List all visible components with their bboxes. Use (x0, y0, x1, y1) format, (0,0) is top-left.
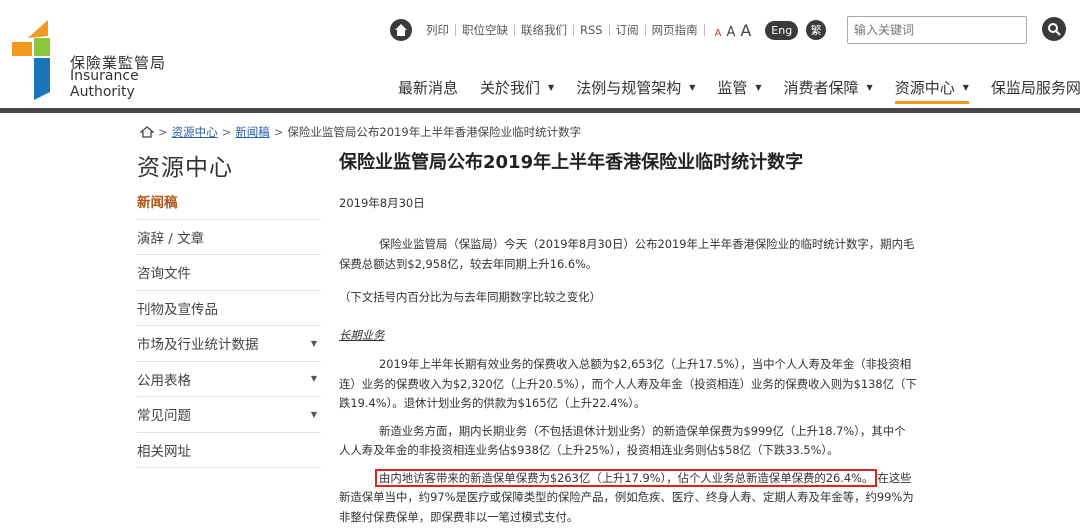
search-input[interactable] (847, 16, 1027, 44)
contact-link[interactable]: 联络我们 (515, 24, 574, 36)
font-size-small-button[interactable]: A (715, 28, 722, 39)
caret-down-icon: ▼ (962, 82, 969, 92)
nav-label: 保监局服务网站 (990, 78, 1080, 97)
search-icon[interactable] (1042, 17, 1066, 41)
caret-down-icon: ▼ (755, 82, 762, 92)
article-date: 2019年8月30日 (339, 196, 425, 210)
section-heading: 长期业务 (339, 327, 385, 342)
text-line: 2019年上半年长期有效业务的保费收入总额为$2,653亿（上升17.5%），当… (379, 357, 912, 371)
font-size-large-button[interactable]: A (740, 21, 751, 40)
nav-label: 资源中心 (894, 78, 955, 97)
nav-label: 消费者保障 (783, 78, 859, 97)
paragraph-intro: 保险业监管局（保监局）今天（2019年8月30日）公布2019年上半年香港保险业… (339, 235, 915, 274)
text-line: 保险业监管局（保监局）今天（2019年8月30日）公布2019年上半年香港保险业… (379, 237, 915, 251)
breadcrumb-resources-link[interactable]: 资源中心 (172, 124, 218, 140)
breadcrumb-current: 保险业监管局公布2019年上半年香港保险业临时统计数字 (287, 125, 582, 139)
nav-about-us[interactable]: 关於我们 ▼ (469, 74, 565, 100)
nav-regulation[interactable]: 监管 ▼ (706, 74, 772, 100)
careers-link[interactable]: 职位空缺 (456, 24, 515, 36)
breadcrumb-separator: > (273, 125, 284, 139)
text-line: 新造保单当中，约97%是医疗或保障类型的保险产品，例如危疾、医疗、终身人寿、定期… (339, 490, 914, 504)
sidebar-item-label: 演辞 / 文章 (137, 230, 205, 247)
sidebar-item-consultation[interactable]: 咨询文件 (137, 255, 321, 291)
breadcrumb-separator: > (158, 125, 168, 139)
ia-logo-mark-icon (12, 20, 50, 100)
nav-ia-services[interactable]: 保监局服务网站▼ (980, 74, 1080, 100)
home-icon[interactable] (390, 19, 412, 41)
sidebar-item-publications[interactable]: 刊物及宣传品 (137, 291, 321, 326)
text-line: 跌19.4%）。退休计划业务的供款为$165亿（上升22.4%）。 (339, 396, 646, 410)
paragraph-premiums: 2019年上半年长期有效业务的保费收入总额为$2,653亿（上升17.5%），当… (339, 355, 917, 414)
site-guide-link[interactable]: 网页指南 (646, 24, 705, 36)
subscribe-link[interactable]: 订阅 (610, 24, 646, 36)
sidebar-item-label: 市场及行业统计数据 (137, 337, 259, 354)
caret-down-icon: ▼ (310, 374, 317, 384)
nav-latest-news[interactable]: 最新消息 (387, 74, 469, 100)
font-size-medium-button[interactable]: A (726, 25, 735, 40)
sidebar-item-label: 常见问题 (137, 408, 191, 425)
sidebar: 资源中心 新闻稿 演辞 / 文章 咨询文件 刊物及宣传品 市场及行业统计数据 ▼ … (137, 148, 321, 468)
home-icon[interactable] (140, 126, 154, 138)
traditional-chinese-button[interactable]: 繁 (806, 20, 827, 40)
header-divider (0, 108, 1080, 113)
sidebar-title: 资源中心 (137, 155, 233, 181)
nav-consumer-protection[interactable]: 消费者保障 ▼ (773, 74, 884, 100)
nav-legislation[interactable]: 法例与规管架构 ▼ (565, 74, 706, 100)
nav-resources[interactable]: 资源中心 ▼ (884, 74, 980, 104)
page-title: 保险业监管局公布2019年上半年香港保险业临时统计数字 (339, 152, 804, 173)
text-line: 非整付保费保单，即保费非以一笔过模式支付。 (339, 509, 579, 524)
paragraph-note: （下文括号内百分比为与去年同期数字比较之变化） (339, 290, 601, 304)
sidebar-item-label: 新闻稿 (137, 195, 178, 212)
highlighted-statement: 由内地访客带来的新造保单保费为$263亿（上升17.9%），佔个人业务总新造保单… (375, 468, 878, 487)
sidebar-item-related-links[interactable]: 相关网址 (137, 433, 321, 468)
breadcrumb-press-releases-link[interactable]: 新闻稿 (235, 124, 270, 140)
utility-bar: 列印 职位空缺 联络我们 RSS 订阅 网页指南 A A A Eng 繁 (390, 18, 827, 42)
paragraph-mainland-visitors: 由内地访客带来的新造保单保费为$263亿（上升17.9%），佔个人业务总新造保单… (339, 468, 914, 528)
text-fragment: 在这些 (877, 470, 912, 485)
print-link[interactable]: 列印 (420, 24, 456, 36)
text-line: 新造业务方面，期内长期业务（不包括退休计划业务）的新造保单保费为$999亿（上升… (379, 423, 906, 438)
breadcrumb-separator: > (221, 125, 232, 139)
font-size-controls: A A A (715, 21, 752, 40)
article: 保险业监管局公布2019年上半年香港保险业临时统计数字 2019年8月30日 保… (339, 148, 917, 528)
nav-label: 关於我们 (480, 78, 541, 97)
sidebar-item-press-releases[interactable]: 新闻稿 (137, 184, 321, 220)
caret-down-icon: ▼ (310, 409, 317, 419)
breadcrumb: > 资源中心 > 新闻稿 > 保险业监管局公布2019年上半年香港保险业临时统计… (140, 124, 581, 140)
caret-down-icon: ▼ (866, 82, 873, 92)
caret-down-icon: ▼ (689, 82, 696, 92)
main-nav: 最新消息 关於我们 ▼ 法例与规管架构 ▼ 监管 ▼ 消费者保障 ▼ 资源中心 ▼ 保监局… (387, 74, 1080, 104)
english-language-button[interactable]: Eng (765, 20, 799, 40)
logo-name-en: Insurance Authority (70, 68, 139, 100)
rss-link[interactable]: RSS (574, 24, 610, 36)
paragraph-new-business: 新造业务方面，期内长期业务（不包括退休计划业务）的新造保单保费为$999亿（上升… (339, 422, 906, 461)
sidebar-item-label: 公用表格 (137, 372, 191, 389)
sidebar-item-label: 相关网址 (137, 443, 191, 460)
nav-label: 监管 (717, 78, 748, 97)
sidebar-item-forms[interactable]: 公用表格 ▼ (137, 362, 321, 397)
sidebar-item-label: 刊物及宣传品 (137, 301, 218, 318)
sidebar-item-label: 咨询文件 (137, 266, 191, 283)
site-logo[interactable]: 保險業監管局 Insurance Authority (10, 20, 200, 100)
text-line: 人人寿及年金的非投资相连业务佔$938亿（上升25%），投资相连业务则佔$58亿… (339, 443, 839, 457)
sidebar-item-faq[interactable]: 常见问题 ▼ (137, 397, 321, 433)
nav-label: 最新消息 (398, 78, 459, 97)
sidebar-item-speeches[interactable]: 演辞 / 文章 (137, 220, 321, 255)
text-line: 连）业务的保费收入为$2,320亿（上升20.5%），而个人人寿及年金（投资相连… (339, 376, 917, 391)
caret-down-icon: ▼ (548, 82, 555, 92)
sidebar-item-statistics[interactable]: 市场及行业统计数据 ▼ (137, 326, 321, 362)
caret-down-icon: ▼ (310, 338, 317, 348)
nav-label: 法例与规管架构 (576, 78, 682, 97)
text-line: 保费总额达到$2,958亿，较去年同期上升16.6%。 (339, 256, 598, 271)
